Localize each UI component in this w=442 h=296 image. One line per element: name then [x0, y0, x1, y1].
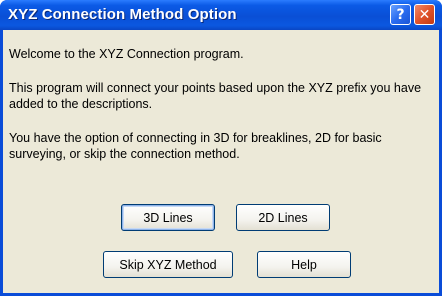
dialog-window: XYZ Connection Method Option ? ✕ Welcome… [0, 0, 442, 296]
help-button[interactable]: Help [257, 251, 351, 278]
options-text: You have the option of connecting in 3D … [9, 131, 382, 161]
description-text: This program will connect your points ba… [9, 81, 422, 111]
skip-xyz-method-button[interactable]: Skip XYZ Method [103, 251, 233, 278]
2d-lines-button[interactable]: 2D Lines [236, 204, 330, 231]
title-help-button[interactable]: ? [390, 4, 411, 25]
title-close-button[interactable]: ✕ [414, 4, 435, 25]
3d-lines-button[interactable]: 3D Lines [121, 204, 215, 231]
dialog-body: Welcome to the XYZ Connection program. T… [3, 30, 439, 293]
window-title: XYZ Connection Method Option [8, 6, 237, 23]
close-icon: ✕ [418, 6, 431, 23]
question-mark-icon: ? [396, 6, 405, 23]
welcome-text: Welcome to the XYZ Connection program. [9, 47, 244, 61]
title-bar[interactable]: XYZ Connection Method Option ? ✕ [0, 0, 442, 30]
